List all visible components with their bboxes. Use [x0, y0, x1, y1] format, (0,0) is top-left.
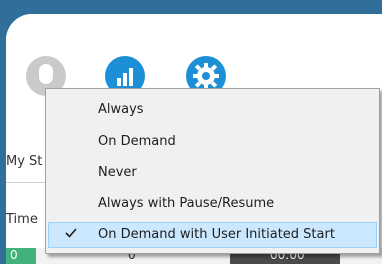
- menu-item-on-demand[interactable]: On Demand: [48, 129, 377, 155]
- user-icon: [39, 64, 53, 84]
- my-status-label: My St: [6, 154, 43, 169]
- menu-item-label: Always: [98, 102, 144, 117]
- menu-item-always[interactable]: Always: [48, 97, 377, 123]
- time-column-header: Time: [6, 212, 38, 227]
- menu-item-always-pause-resume[interactable]: Always with Pause/Resume: [48, 191, 377, 217]
- recording-mode-context-menu: Always On Demand Never Always with Pause…: [45, 88, 380, 254]
- menu-item-label: Never: [98, 165, 137, 180]
- checkmark-icon: [65, 228, 77, 238]
- menu-item-label: On Demand with User Initiated Start: [98, 227, 335, 242]
- menu-item-label: Always with Pause/Resume: [98, 196, 275, 211]
- menu-item-on-demand-user-start[interactable]: On Demand with User Initiated Start: [48, 222, 377, 248]
- status-value: 0: [10, 248, 18, 262]
- status-cell: 0: [6, 248, 36, 264]
- menu-item-label: On Demand: [98, 134, 176, 149]
- menu-item-never[interactable]: Never: [48, 160, 377, 186]
